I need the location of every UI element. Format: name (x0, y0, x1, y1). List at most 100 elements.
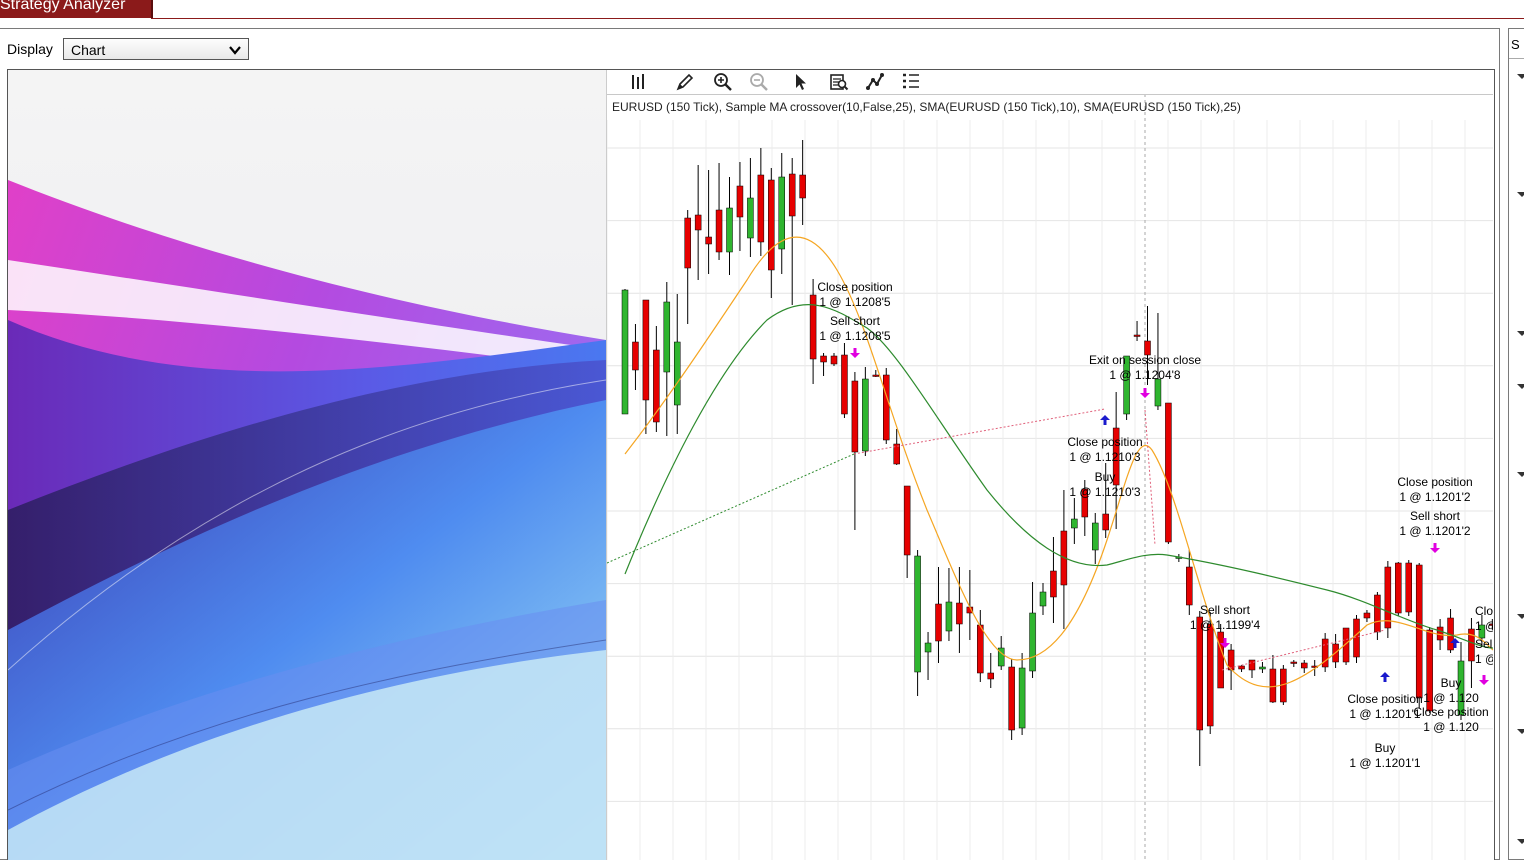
trade-annotation: Sell short 1 @ 1.1199'4 (1190, 603, 1261, 632)
annotation-action: Sell short (830, 314, 881, 328)
collapse-arrow-icon[interactable] (1517, 331, 1524, 336)
pencil-icon[interactable] (675, 72, 695, 92)
price-candle (1029, 612, 1036, 672)
trade-annotation: Close position 1 @ 1.1201'1 (1347, 692, 1422, 721)
price-candle (788, 173, 796, 217)
trade-annotation: Close position 1 @ 1.1208'5 (817, 280, 892, 309)
annotation-action: Buy (1441, 676, 1462, 690)
annotation-fill: 1 @ 1.1201'1 (1349, 756, 1421, 770)
zoom-in-icon[interactable] (713, 72, 733, 92)
price-candle (1217, 631, 1224, 689)
price-candle (621, 289, 629, 415)
price-candle (715, 209, 723, 253)
price-candle (1301, 662, 1308, 669)
annotation-action: Buy (1375, 741, 1396, 755)
annotation-fill: 1 @ 1.1201'1 (1349, 707, 1421, 721)
price-candle (1405, 562, 1412, 613)
annotation-fill: 1 @ 1.1 (1475, 619, 1493, 633)
trade-annotation: Close po1 @ 1.1 (1475, 604, 1493, 633)
annotation-action: Close position (1067, 435, 1142, 449)
chevron-down-icon (229, 46, 241, 55)
sell-arrow-icon (1140, 388, 1150, 398)
annotation-action: Exit on session close (1089, 353, 1201, 367)
price-chart[interactable]: Close position 1 @ 1.1208'5 Sell short 1 @ … (606, 70, 1493, 860)
annotation-fill: 1 @ 1.1208'5 (819, 295, 891, 309)
annotation-action: Sell short (1410, 509, 1461, 523)
annotation-fill: 1 @ 1.1208'5 (819, 329, 891, 343)
price-candle (1133, 334, 1141, 337)
collapse-arrow-icon[interactable] (1517, 472, 1524, 477)
trade-annotation: Buy 1 @ 1.1201'1 (1349, 741, 1421, 770)
price-candle (1165, 402, 1172, 543)
price-candle (903, 485, 911, 556)
display-selected-value: Chart (71, 42, 106, 58)
price-candle (684, 217, 691, 269)
collapse-arrow-icon[interactable] (1517, 384, 1524, 389)
window-title: Strategy Analyzer (0, 0, 126, 13)
chart-canvas[interactable]: Close position 1 @ 1.1208'5Sell short 1 @ … (607, 70, 1493, 860)
price-candle (1384, 566, 1392, 629)
price-candle (1050, 570, 1057, 598)
annotation-action: Close position (1397, 475, 1472, 489)
price-candle (768, 179, 775, 271)
trade-annotation: Sell s1 @ 1.1 (1475, 637, 1493, 666)
collapse-arrow-icon[interactable] (1517, 614, 1524, 619)
price-candle (1196, 616, 1203, 731)
sell-arrow-icon (850, 348, 860, 358)
annotation-fill: 1 @ 1.1 (1475, 652, 1493, 666)
collapse-arrow-icon[interactable] (1517, 74, 1524, 79)
trade-annotation: Close position 1 @ 1.120 (1413, 705, 1488, 734)
price-candle (1018, 667, 1026, 729)
chart-toolbar (607, 70, 1493, 95)
price-candle (1186, 566, 1193, 606)
annotation-fill: 1 @ 1.120 (1423, 720, 1479, 734)
price-candle (757, 174, 765, 243)
display-select[interactable]: Chart (63, 38, 249, 60)
price-candle (851, 380, 859, 453)
price-candle (1248, 659, 1256, 671)
price-candle (1363, 612, 1371, 619)
pointer-icon[interactable] (791, 72, 811, 92)
price-candle (778, 176, 785, 250)
display-label: Display (7, 41, 53, 57)
annotation-fill: 1 @ 1.1201'2 (1399, 524, 1471, 538)
price-candle (924, 642, 932, 653)
price-candle (747, 197, 754, 239)
price-candle (945, 601, 953, 632)
price-candle (872, 374, 880, 377)
annotation-action: Buy (1095, 470, 1116, 484)
splash-background-image (8, 70, 606, 860)
chart-title: EURUSD (150 Tick), Sample MA crossover(1… (612, 100, 1241, 114)
price-candle (642, 299, 650, 401)
price-candle (663, 301, 671, 373)
collapse-arrow-icon[interactable] (1517, 839, 1524, 844)
price-candle (841, 354, 848, 415)
data-box-icon[interactable] (829, 72, 849, 92)
right-settings-panel: S (1508, 28, 1524, 860)
bar-type-icon[interactable] (629, 72, 649, 92)
collapse-arrow-icon[interactable] (1517, 729, 1524, 734)
indicators-icon[interactable] (865, 72, 885, 92)
annotation-fill: 1 @ 1.1210'3 (1069, 450, 1141, 464)
price-candle (1374, 594, 1381, 633)
price-candle (1395, 562, 1402, 614)
sma-slow-line (624, 304, 1493, 649)
annotation-action: Close position (817, 280, 892, 294)
price-candle (862, 378, 869, 452)
zoom-out-icon[interactable] (749, 72, 769, 92)
annotation-fill: 1 @ 1.1201'2 (1399, 490, 1471, 504)
trade-annotation: Sell short 1 @ 1.1208'5 (819, 314, 891, 343)
price-candle (883, 374, 890, 441)
annotation-fill: 1 @ 1.120 (1423, 691, 1479, 705)
properties-list-icon[interactable] (901, 72, 921, 92)
trade-annotation: Buy 1 @ 1.1210'3 (1069, 470, 1141, 499)
trade-annotation: Exit on session close 1 @ 1.1204'8 (1089, 353, 1201, 382)
annotation-action: Sell s (1475, 637, 1493, 651)
price-candle (1238, 665, 1245, 670)
price-candle (914, 555, 921, 673)
annotation-fill: 1 @ 1.1204'8 (1109, 368, 1181, 382)
buy-arrow-icon (1380, 672, 1390, 682)
collapse-arrow-icon[interactable] (1517, 192, 1524, 197)
price-candle (1039, 591, 1047, 607)
strategy-analyzer-tab[interactable]: Strategy Analyzer (0, 0, 153, 18)
